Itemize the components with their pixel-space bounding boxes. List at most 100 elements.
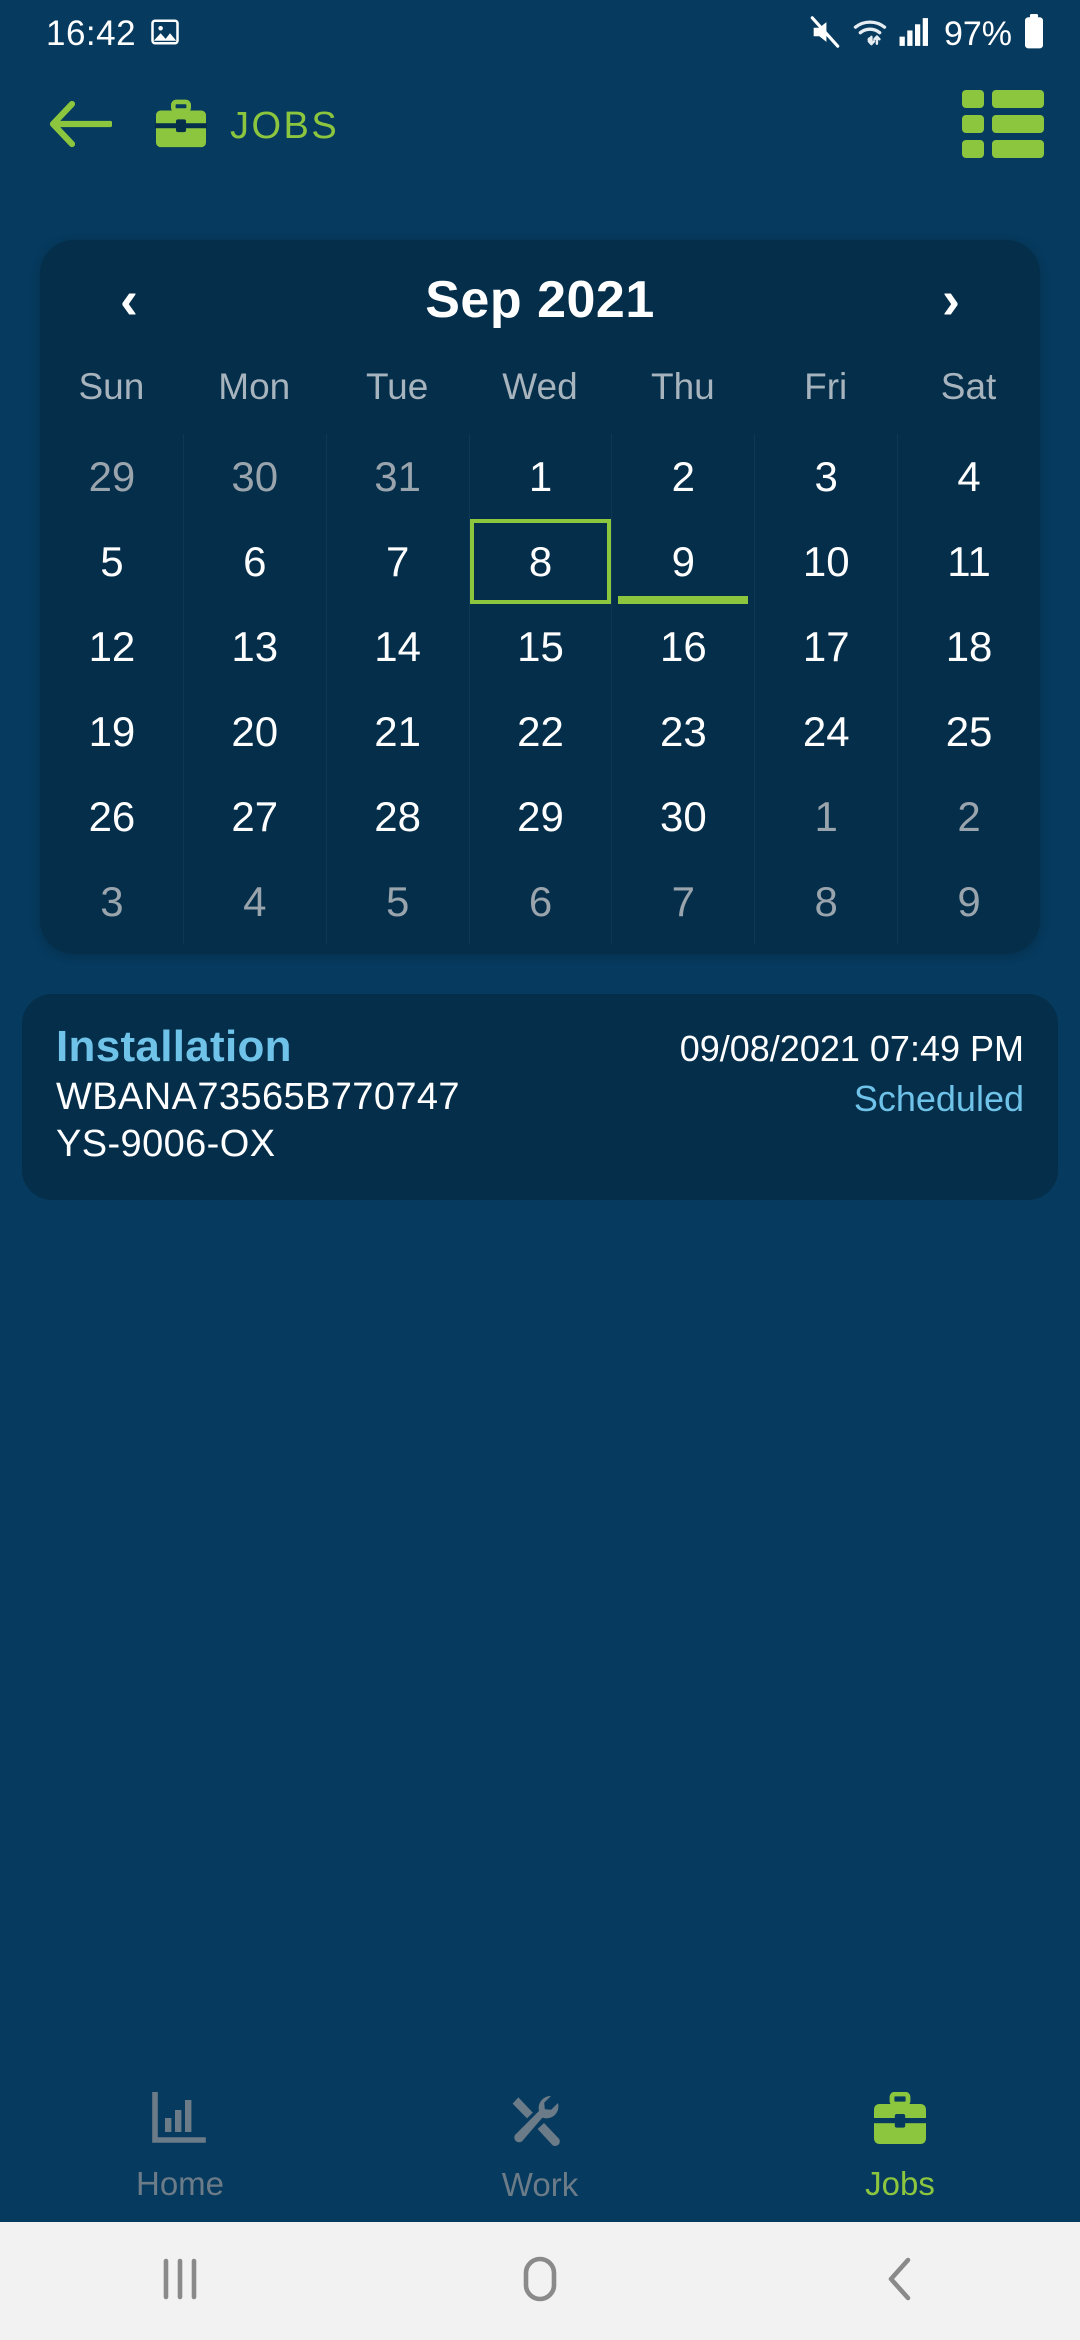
calendar-day-cell[interactable]: 21 <box>325 689 469 774</box>
back-chevron-icon <box>880 2254 920 2309</box>
calendar-day-cell[interactable]: 29 <box>40 434 183 519</box>
bar-chart-icon <box>151 2090 209 2151</box>
job-reference-label: YS-9006-OX <box>56 1123 276 1165</box>
calendar-day-cell[interactable]: 5 <box>325 859 469 944</box>
recents-icon <box>158 2255 202 2308</box>
list-view-button[interactable] <box>960 83 1046 169</box>
calendar-card: ‹ Sep 2021 › Sun Mon Tue Wed Thu Fri Sat… <box>40 240 1040 954</box>
calendar-day-cell[interactable]: 30 <box>611 774 754 859</box>
calendar-day-cell[interactable]: 12 <box>40 604 183 689</box>
battery-percent-label: 97% <box>943 14 1012 53</box>
calendar-day-cell[interactable]: 7 <box>325 519 469 604</box>
calendar-day-cell[interactable]: 3 <box>40 859 183 944</box>
job-card-right: 09/08/2021 07:49 PM Scheduled <box>680 1022 1024 1120</box>
briefcase-icon <box>154 99 208 154</box>
image-icon <box>150 17 180 52</box>
back-button[interactable] <box>720 2254 1080 2309</box>
calendar-header: ‹ Sep 2021 › <box>40 240 1040 360</box>
calendar-day-cell[interactable]: 18 <box>897 604 1040 689</box>
weekday-label-thu: Thu <box>650 366 715 407</box>
android-navigation-bar <box>0 2222 1080 2340</box>
weekday-label-sat: Sat <box>940 366 997 407</box>
calendar-day-cell[interactable]: 31 <box>325 434 469 519</box>
calendar-day-cell[interactable]: 14 <box>325 604 469 689</box>
tools-icon <box>510 2091 570 2152</box>
calendar-day-cell[interactable]: 16 <box>611 604 754 689</box>
nav-label-work: Work <box>501 2165 579 2203</box>
calendar-day-cell[interactable]: 19 <box>40 689 183 774</box>
calendar-day-cell[interactable]: 6 <box>182 519 326 604</box>
signal-icon <box>898 16 932 53</box>
nav-label-home: Home <box>135 2164 225 2202</box>
job-status-badge: Scheduled <box>853 1078 1024 1119</box>
job-list: Installation WBANA73565B770747 YS-9006-OX 0… <box>0 954 1080 1200</box>
calendar-month-label: Sep 2021 <box>425 271 655 329</box>
app-root: 16:42 97% JOBS ‹ Sep 2021 › Sun Mon Tue … <box>0 0 1080 2340</box>
wifi-icon <box>852 15 888 54</box>
calendar-prev-month-button[interactable]: ‹ <box>94 273 164 327</box>
weekday-label-mon: Mon <box>218 366 291 407</box>
calendar-day-cell[interactable]: 11 <box>897 519 1040 604</box>
calendar-day-cell[interactable]: 9 <box>611 519 754 604</box>
job-type-label: Installation <box>56 1022 292 1071</box>
calendar-day-cell[interactable]: 28 <box>325 774 469 859</box>
app-toolbar: JOBS <box>0 68 1080 184</box>
calendar-day-cell[interactable]: 8 <box>754 859 897 944</box>
nav-item-work[interactable]: Work <box>360 2091 720 2204</box>
calendar-day-cell[interactable]: 4 <box>897 434 1040 519</box>
calendar-day-cell[interactable]: 2 <box>611 434 754 519</box>
calendar-day-cell[interactable]: 7 <box>611 859 754 944</box>
calendar-day-cell[interactable]: 5 <box>40 519 183 604</box>
calendar-day-cell[interactable]: 25 <box>897 689 1040 774</box>
page-title: JOBS <box>230 104 340 147</box>
recents-button[interactable] <box>0 2255 360 2308</box>
bottom-navigation: Home Work Jobs <box>0 2072 1080 2222</box>
weekday-label-sun: Sun <box>78 366 145 407</box>
job-datetime-label: 09/08/2021 07:49 PM <box>679 1028 1024 1069</box>
nav-item-jobs[interactable]: Jobs <box>720 2091 1080 2203</box>
status-bar-clock: 16:42 <box>46 14 137 53</box>
calendar-day-cell[interactable]: 27 <box>182 774 326 859</box>
calendar-day-cell[interactable]: 22 <box>468 689 612 774</box>
weekday-label-fri: Fri <box>804 366 848 407</box>
arrow-left-icon <box>48 98 114 155</box>
list-view-icon <box>962 89 1044 163</box>
calendar-day-cell[interactable]: 24 <box>754 689 897 774</box>
calendar-day-cell[interactable]: 23 <box>611 689 754 774</box>
home-button[interactable] <box>360 2254 720 2309</box>
calendar-day-cell[interactable]: 26 <box>40 774 183 859</box>
calendar-day-cell[interactable]: 1 <box>754 774 897 859</box>
calendar-day-cell[interactable]: 17 <box>754 604 897 689</box>
nav-item-home[interactable]: Home <box>0 2090 360 2203</box>
calendar-day-cell[interactable]: 15 <box>468 604 612 689</box>
calendar-day-cell[interactable]: 1 <box>468 434 612 519</box>
status-bar-left: 16:42 <box>46 14 180 54</box>
calendar-weekday-header: Sun Mon Tue Wed Thu Fri Sat <box>40 360 1040 434</box>
calendar-day-cell[interactable]: 2 <box>897 774 1040 859</box>
job-vin-label: WBANA73565B770747 <box>56 1076 460 1118</box>
calendar-day-cell[interactable]: 9 <box>897 859 1040 944</box>
calendar-day-cell[interactable]: 6 <box>468 859 612 944</box>
mute-icon <box>808 15 842 54</box>
calendar-day-cell[interactable]: 13 <box>182 604 326 689</box>
calendar-day-cell[interactable]: 10 <box>754 519 897 604</box>
battery-icon <box>1022 13 1046 55</box>
status-bar-right: 97% <box>808 13 1046 55</box>
status-bar: 16:42 97% <box>0 0 1080 68</box>
weekday-label-tue: Tue <box>365 366 429 407</box>
toolbar-title-group: JOBS <box>154 99 339 154</box>
calendar-day-grid: 29 30 31 1 2 3 4 5 6 7 8 9 10 11 12 13 14 15 16 17 18 19 20 21 2… <box>40 434 1040 944</box>
calendar-day-cell[interactable]: 8 <box>468 519 612 604</box>
job-card[interactable]: Installation WBANA73565B770747 YS-9006-OX 0… <box>22 994 1058 1200</box>
calendar-day-cell[interactable]: 4 <box>182 859 326 944</box>
calendar-day-cell[interactable]: 30 <box>182 434 326 519</box>
nav-label-jobs: Jobs <box>865 2164 935 2202</box>
calendar-day-cell[interactable]: 3 <box>754 434 897 519</box>
back-button[interactable] <box>44 90 116 162</box>
home-circle-icon <box>516 2254 564 2309</box>
calendar-day-cell[interactable]: 20 <box>182 689 326 774</box>
calendar-next-month-button[interactable]: › <box>916 273 986 327</box>
calendar-day-cell[interactable]: 29 <box>468 774 612 859</box>
job-card-left: Installation WBANA73565B770747 YS-9006-OX <box>56 1022 460 1166</box>
